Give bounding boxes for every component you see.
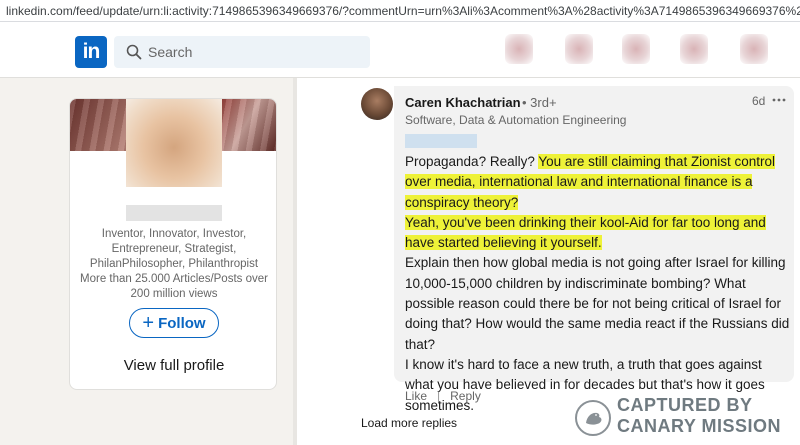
top-navigation: in [0,22,800,78]
plus-icon: + [142,312,155,334]
profile-headline: Inventor, Innovator, Investor, Entrepren… [80,228,268,300]
comment-text: Propaganda? Really? You are still claimi… [405,152,790,416]
comment-bubble: Caren Khachatrian • 3rd+ 6d Software, Da… [394,86,794,413]
comment-time: 6d [752,94,766,108]
watermark: CAPTURED BY CANARY MISSION [575,394,800,440]
comment-text-highlight: Yeah, you've been drinking their kool-Ai… [405,214,766,251]
nav-icon-blurred[interactable] [740,34,768,64]
mention-redacted [405,134,477,148]
profile-card: Inventor, Innovator, Investor, Entrepren… [69,98,277,390]
view-full-profile-link[interactable]: View full profile [70,357,276,374]
nav-icon-blurred[interactable] [622,34,650,64]
action-separator: | [437,389,441,403]
watermark-text: CAPTURED BY CANARY MISSION [617,395,782,436]
nav-icon-blurred[interactable] [505,34,533,64]
author-subtitle: Software, Data & Automation Engineering [405,113,627,127]
profile-name-redacted [126,205,222,221]
profile-avatar-blurred[interactable] [126,99,222,187]
follow-button[interactable]: + Follow [129,308,219,338]
search-box[interactable] [114,36,370,68]
url-text: linkedin.com/feed/update/urn:li:activity… [6,4,800,18]
comment-thread: Caren Khachatrian • 3rd+ 6d Software, Da… [297,78,800,445]
commenter-avatar[interactable] [361,88,393,120]
reply-button[interactable]: Reply [450,389,481,403]
nav-icon-blurred[interactable] [565,34,593,64]
nav-icon-blurred[interactable] [680,34,708,64]
like-button[interactable]: Like [405,389,427,403]
comment-text-body: Explain then how global media is not goi… [405,255,790,352]
linkedin-logo[interactable]: in [75,36,107,68]
load-more-replies-button[interactable]: Load more replies [361,416,457,430]
search-icon [126,44,142,60]
address-bar[interactable]: linkedin.com/feed/update/urn:li:activity… [0,0,800,22]
comment-text-intro: Propaganda? Really? [405,154,539,169]
connection-degree: • 3rd+ [522,95,557,110]
follow-label: Follow [158,314,206,332]
canary-bird-icon [575,400,611,436]
more-options-icon[interactable] [772,96,786,104]
search-input[interactable] [148,36,358,68]
comment-author[interactable]: Caren Khachatrian [405,95,521,110]
comment-actions: Like | Reply [405,389,481,403]
